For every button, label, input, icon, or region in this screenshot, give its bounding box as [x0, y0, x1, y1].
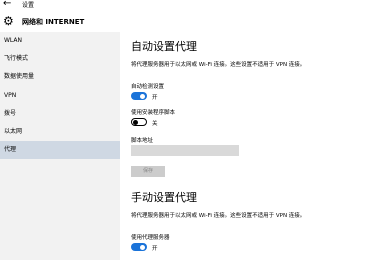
gear-icon: ⚙ [3, 14, 14, 28]
page-title: 网络和 INTERNET [22, 18, 85, 26]
use-proxy-label: 使用代理服务器 [131, 235, 170, 241]
sidebar-item-data-usage[interactable]: 数据使用量 [0, 68, 120, 86]
sidebar-item-dial-up[interactable]: 拨号 [0, 105, 120, 123]
sidebar-item-airplane-mode[interactable]: 飞行模式 [0, 50, 120, 68]
auto-proxy-title: 自动设置代理 [131, 40, 197, 53]
auto-detect-state: 开 [152, 95, 158, 101]
save-button[interactable]: 保存 [131, 166, 165, 177]
manual-proxy-description: 将代理服务器用于以太网或 Wi-Fi 连接。这些设置不适用于 VPN 连接。 [131, 213, 306, 219]
sidebar-item-proxy[interactable]: 代理 [0, 141, 120, 159]
sidebar-item-vpn[interactable]: VPN [0, 87, 120, 105]
use-script-toggle[interactable] [131, 118, 147, 126]
script-address-label: 脚本地址 [131, 138, 154, 144]
use-proxy-toggle[interactable] [131, 243, 147, 251]
main-content: 自动设置代理 将代理服务器用于以太网或 Wi-Fi 连接。这些设置不适用于 VP… [120, 32, 377, 260]
toggle-knob [140, 93, 145, 99]
auto-proxy-description: 将代理服务器用于以太网或 Wi-Fi 连接。这些设置不适用于 VPN 连接。 [131, 62, 306, 68]
window-title: 设置 [22, 2, 35, 9]
manual-proxy-title: 手动设置代理 [131, 191, 197, 204]
auto-detect-toggle[interactable] [131, 92, 147, 100]
toggle-knob [133, 119, 138, 125]
toggle-knob [140, 244, 145, 250]
back-arrow-icon[interactable]: ← [3, 0, 11, 9]
auto-detect-label: 自动检测设置 [131, 84, 165, 90]
page-header: ⚙ 网络和 INTERNET [0, 10, 377, 32]
use-script-state: 关 [152, 121, 158, 127]
sidebar-item-wlan[interactable]: WLAN [0, 32, 120, 50]
use-script-label: 使用安装程序脚本 [131, 110, 176, 116]
sidebar-item-ethernet[interactable]: 以太网 [0, 123, 120, 141]
use-proxy-state: 开 [152, 246, 158, 252]
title-bar: ← 设置 [0, 0, 377, 10]
script-address-input[interactable] [131, 145, 239, 156]
sidebar: WLAN 飞行模式 数据使用量 VPN 拨号 以太网 代理 [0, 32, 120, 260]
